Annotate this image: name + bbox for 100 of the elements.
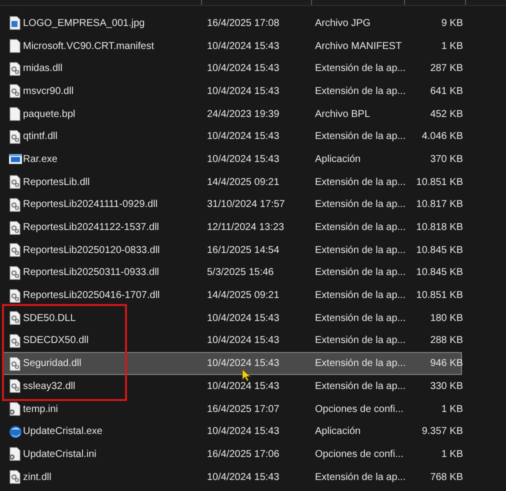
modified-date: 10/4/2024 15:43	[207, 426, 280, 438]
file-type: Extensión de la ap...	[315, 199, 407, 210]
file-type: Opciones de confi...	[315, 404, 404, 415]
mouse-pointer-icon	[242, 369, 251, 382]
file-row[interactable]: ReportesLib20250416-1707.dll 14/4/2025 09:21 Extensión de la ap... 10.851 KB	[2, 284, 462, 307]
file-name: Rar.exe	[23, 154, 58, 165]
file-type: Extensión de la ap...	[315, 86, 407, 97]
file-type: Archivo JPG	[315, 18, 372, 29]
file-name: ReportesLib20250416-1707.dll	[23, 290, 161, 302]
file-type: Extensión de la ap...	[315, 131, 407, 142]
file-name: UpdateCristal.exe	[23, 426, 104, 438]
file-size: 10.851 KB	[415, 290, 463, 302]
file-size: 10.845 KB	[415, 244, 463, 256]
file-row[interactable]: zint.dll 10/4/2024 15:43 Extensión de la ap... 768 KB	[2, 466, 462, 488]
file-name: qtintf.dll	[23, 131, 58, 142]
file-type: Archivo MANIFEST	[315, 40, 403, 52]
modified-date: 31/10/2024 17:57	[207, 199, 286, 210]
file-size: 287 KB	[429, 63, 463, 74]
file-row[interactable]: midas.dll 10/4/2024 15:43 Extensión de la ap... 287 KB	[2, 57, 462, 80]
file-type: Extensión de la ap...	[315, 335, 407, 346]
file-type: Extensión de la ap...	[315, 63, 407, 74]
file-type: Extensión de la ap...	[315, 222, 407, 234]
modified-date: 10/4/2024 15:43	[207, 40, 280, 52]
file-row[interactable]: qtintf.dll 10/4/2024 15:43 Extensión de la ap... 4.046 KB	[2, 125, 462, 148]
modified-date: 16/4/2025 17:06	[207, 448, 280, 460]
file-size: 288 KB	[429, 335, 463, 346]
file-type: Extensión de la ap...	[315, 312, 407, 324]
modified-date: 10/4/2024 15:43	[207, 472, 280, 483]
modified-date: 10/4/2024 15:43	[207, 358, 280, 370]
file-size: 10.845 KB	[415, 267, 463, 278]
file-row[interactable]: Microsoft.VC90.CRT.manifest 10/4/2024 15:43 Archivo MANIFEST 1 KB	[2, 34, 462, 58]
file-row[interactable]: Rar.exe 10/4/2024 15:43 Aplicación 370 KB	[2, 148, 462, 171]
modified-date: 16/1/2025 14:54	[207, 244, 280, 256]
modified-date: 5/3/2025 15:46	[207, 267, 275, 278]
file-name: UpdateCristal.ini	[23, 448, 98, 460]
file-name: ReportesLib20241122-1537.dll	[23, 222, 160, 234]
file-type: Extensión de la ap...	[315, 380, 407, 392]
file-name: midas.dll	[23, 63, 64, 74]
file-name: SDE50.DLL	[23, 312, 77, 324]
file-type: Extensión de la ap...	[315, 176, 407, 188]
file-type: Extensión de la ap...	[315, 472, 407, 483]
file-type: Extensión de la ap...	[315, 290, 407, 302]
file-row[interactable]: UpdateCristal.exe 10/4/2024 15:43 Aplicación 9.357 KB	[2, 420, 462, 444]
file-size: 1 KB	[440, 404, 463, 415]
file-type: Archivo BPL	[315, 108, 372, 120]
file-size: 768 KB	[429, 472, 463, 483]
modified-date: 16/4/2025 17:08	[207, 18, 280, 29]
modified-date: 10/4/2024 15:43	[207, 335, 280, 346]
modified-date: 24/4/2023 19:39	[207, 108, 280, 120]
modified-date: 10/4/2024 15:43	[207, 131, 280, 142]
file-row[interactable]: ssleay32.dll 10/4/2024 15:43 Extensión de la ap... 330 KB	[2, 375, 462, 398]
file-size: 9 KB	[440, 18, 463, 29]
file-name: paquete.bpl	[23, 108, 76, 120]
file-name: ReportesLib20250311-0933.dll	[23, 267, 160, 278]
modified-date: 10/4/2024 15:43	[207, 154, 280, 165]
file-row[interactable]: temp.ini 16/4/2025 17:07 Opciones de confi... 1 KB	[2, 398, 462, 420]
modified-date: 10/4/2024 15:43	[207, 86, 280, 97]
file-size: 1 KB	[440, 448, 463, 460]
file-size: 180 KB	[429, 312, 463, 324]
file-name: msvcr90.dll	[23, 86, 75, 97]
file-size: 641 KB	[429, 86, 463, 97]
file-name: temp.ini	[23, 404, 60, 415]
file-row[interactable]: LOGO_EMPRESA_001.jpg 16/4/2025 17:08 Archivo JPG 9 KB	[2, 12, 462, 35]
file-name: ReportesLib.dll	[23, 176, 91, 188]
file-size: 370 KB	[429, 154, 463, 165]
modified-date: 16/4/2025 17:07	[207, 404, 280, 415]
file-row[interactable]: msvcr90.dll 10/4/2024 15:43 Extensión de la ap... 641 KB	[2, 80, 462, 103]
file-row[interactable]: ReportesLib20241111-0929.dll 31/10/2024 17:57 Extensión de la ap... 10.817 KB	[2, 194, 462, 216]
file-row[interactable]: Seguridad.dll 10/4/2024 15:43 Extensión de la ap... 946 KB	[2, 352, 462, 375]
file-type: Aplicación	[315, 426, 362, 438]
file-name: ReportesLib20241111-0929.dll	[23, 199, 159, 210]
file-row[interactable]: SDECDX50.dll 10/4/2024 15:43 Extensión de la ap... 288 KB	[2, 330, 462, 352]
file-type: Opciones de confi...	[315, 448, 404, 460]
file-row[interactable]: UpdateCristal.ini 16/4/2025 17:06 Opciones de confi... 1 KB	[2, 443, 462, 466]
file-size: 1 KB	[440, 40, 463, 52]
file-name: ssleay32.dll	[23, 380, 76, 392]
file-row[interactable]: paquete.bpl 24/4/2023 19:39 Archivo BPL 452 KB	[2, 102, 462, 126]
file-type: Extensión de la ap...	[315, 267, 407, 278]
file-size: 946 KB	[429, 358, 463, 370]
file-name: Microsoft.VC90.CRT.manifest	[23, 40, 155, 52]
file-size: 10.817 KB	[415, 199, 463, 210]
file-type: Extensión de la ap...	[315, 358, 407, 370]
file-row[interactable]: ReportesLib20250311-0933.dll 5/3/2025 15:46 Extensión de la ap... 10.845 KB	[2, 262, 462, 284]
file-row[interactable]: SDE50.DLL 10/4/2024 15:43 Extensión de la ap... 180 KB	[2, 306, 462, 330]
file-size: 9.357 KB	[420, 426, 463, 438]
file-name: LOGO_EMPRESA_001.jpg	[23, 18, 146, 29]
file-row[interactable]: ReportesLib.dll 14/4/2025 09:21 Extensión de la ap... 10.851 KB	[2, 170, 462, 194]
modified-date: 10/4/2024 15:43	[207, 63, 280, 74]
file-name: ReportesLib20250120-0833.dll	[23, 244, 161, 256]
modified-date: 10/4/2024 15:43	[207, 380, 280, 392]
file-name: Seguridad.dll	[23, 358, 82, 370]
file-name: zint.dll	[23, 472, 52, 483]
file-row[interactable]: ReportesLib20250120-0833.dll 16/1/2025 14:54 Extensión de la ap... 10.845 KB	[2, 238, 462, 262]
file-type: Extensión de la ap...	[315, 244, 407, 256]
file-size: 10.851 KB	[415, 176, 463, 188]
modified-date: 10/4/2024 15:43	[207, 312, 280, 324]
file-row[interactable]: ReportesLib20241122-1537.dll 12/11/2024 13:23 Extensión de la ap... 10.818 KB	[2, 216, 462, 239]
file-name: SDECDX50.dll	[23, 335, 90, 346]
file-type: Aplicación	[315, 154, 362, 165]
file-size: 330 KB	[429, 380, 463, 392]
